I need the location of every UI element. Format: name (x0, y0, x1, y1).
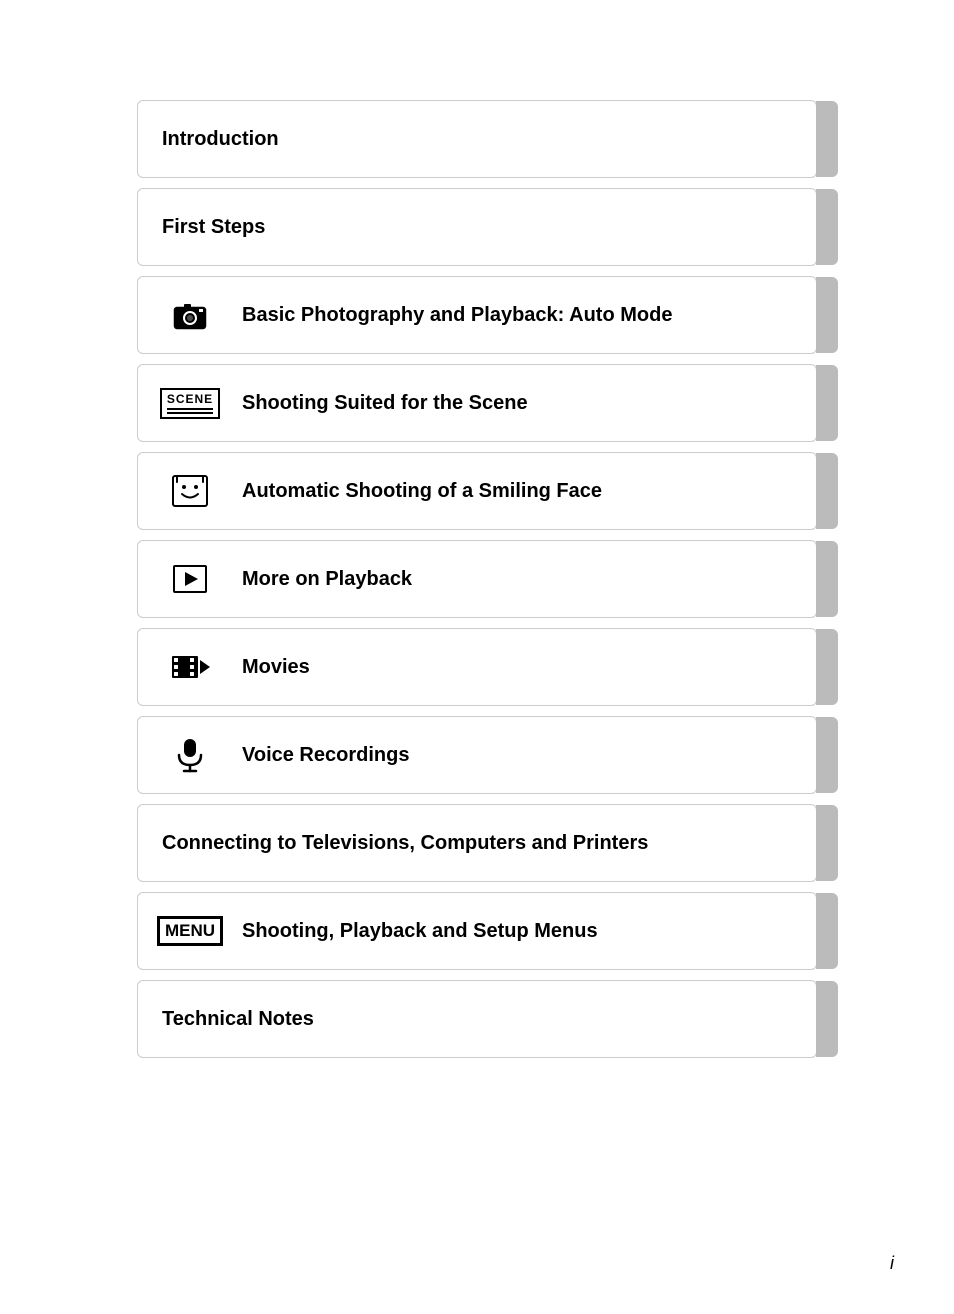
toc-row-movies[interactable]: Movies (137, 628, 817, 706)
toc-row-smiling-face[interactable]: Automatic Shooting of a Smiling Face (137, 452, 817, 530)
toc-row-basic-photography[interactable]: Basic Photography and Playback: Auto Mod… (137, 276, 817, 354)
toc-row-shooting-scene[interactable]: SCENE Shooting Suited for the Scene (137, 364, 817, 442)
toc-row-voice-recordings[interactable]: Voice Recordings (137, 716, 817, 794)
voice-recordings-label: Voice Recordings (242, 742, 409, 768)
toc-row-introduction[interactable]: Introduction (137, 100, 817, 178)
toc-row-more-playback[interactable]: More on Playback (137, 540, 817, 618)
toc-row-technical-notes[interactable]: Technical Notes (137, 980, 817, 1058)
toc-row-menus[interactable]: MENU Shooting, Playback and Setup Menus (137, 892, 817, 970)
play-icon (162, 564, 218, 594)
page-container: Introduction First Steps Basic Ph (0, 0, 954, 1314)
mic-icon (162, 737, 218, 773)
toc-row-connecting[interactable]: Connecting to Televisions, Computers and… (137, 804, 817, 882)
tab-stub-technical-notes (816, 981, 838, 1057)
tab-stub-connecting (816, 805, 838, 881)
tab-stub-smiling-face (816, 453, 838, 529)
smiling-face-label: Automatic Shooting of a Smiling Face (242, 478, 602, 504)
camera-icon (162, 300, 218, 330)
page-number: i (890, 1253, 894, 1274)
introduction-label: Introduction (162, 126, 279, 152)
more-playback-label: More on Playback (242, 566, 412, 592)
tab-stub-voice-recordings (816, 717, 838, 793)
tab-stub-first-steps (816, 189, 838, 265)
menus-label: Shooting, Playback and Setup Menus (242, 918, 598, 944)
toc-row-first-steps[interactable]: First Steps (137, 188, 817, 266)
menu-icon: MENU (162, 916, 218, 947)
movies-label: Movies (242, 654, 310, 680)
tab-stub-shooting-scene (816, 365, 838, 441)
basic-photography-label: Basic Photography and Playback: Auto Mod… (242, 302, 672, 328)
tab-stub-more-playback (816, 541, 838, 617)
smile-icon (162, 474, 218, 508)
tab-stub-movies (816, 629, 838, 705)
technical-notes-label: Technical Notes (162, 1006, 314, 1032)
shooting-scene-label: Shooting Suited for the Scene (242, 390, 528, 416)
tab-stub-introduction (816, 101, 838, 177)
toc-container: Introduction First Steps Basic Ph (137, 100, 817, 1068)
scene-icon: SCENE (162, 388, 218, 419)
connecting-label: Connecting to Televisions, Computers and… (162, 830, 648, 856)
first-steps-label: First Steps (162, 214, 265, 240)
tab-stub-basic-photography (816, 277, 838, 353)
tab-stub-menus (816, 893, 838, 969)
movie-icon (162, 650, 218, 684)
